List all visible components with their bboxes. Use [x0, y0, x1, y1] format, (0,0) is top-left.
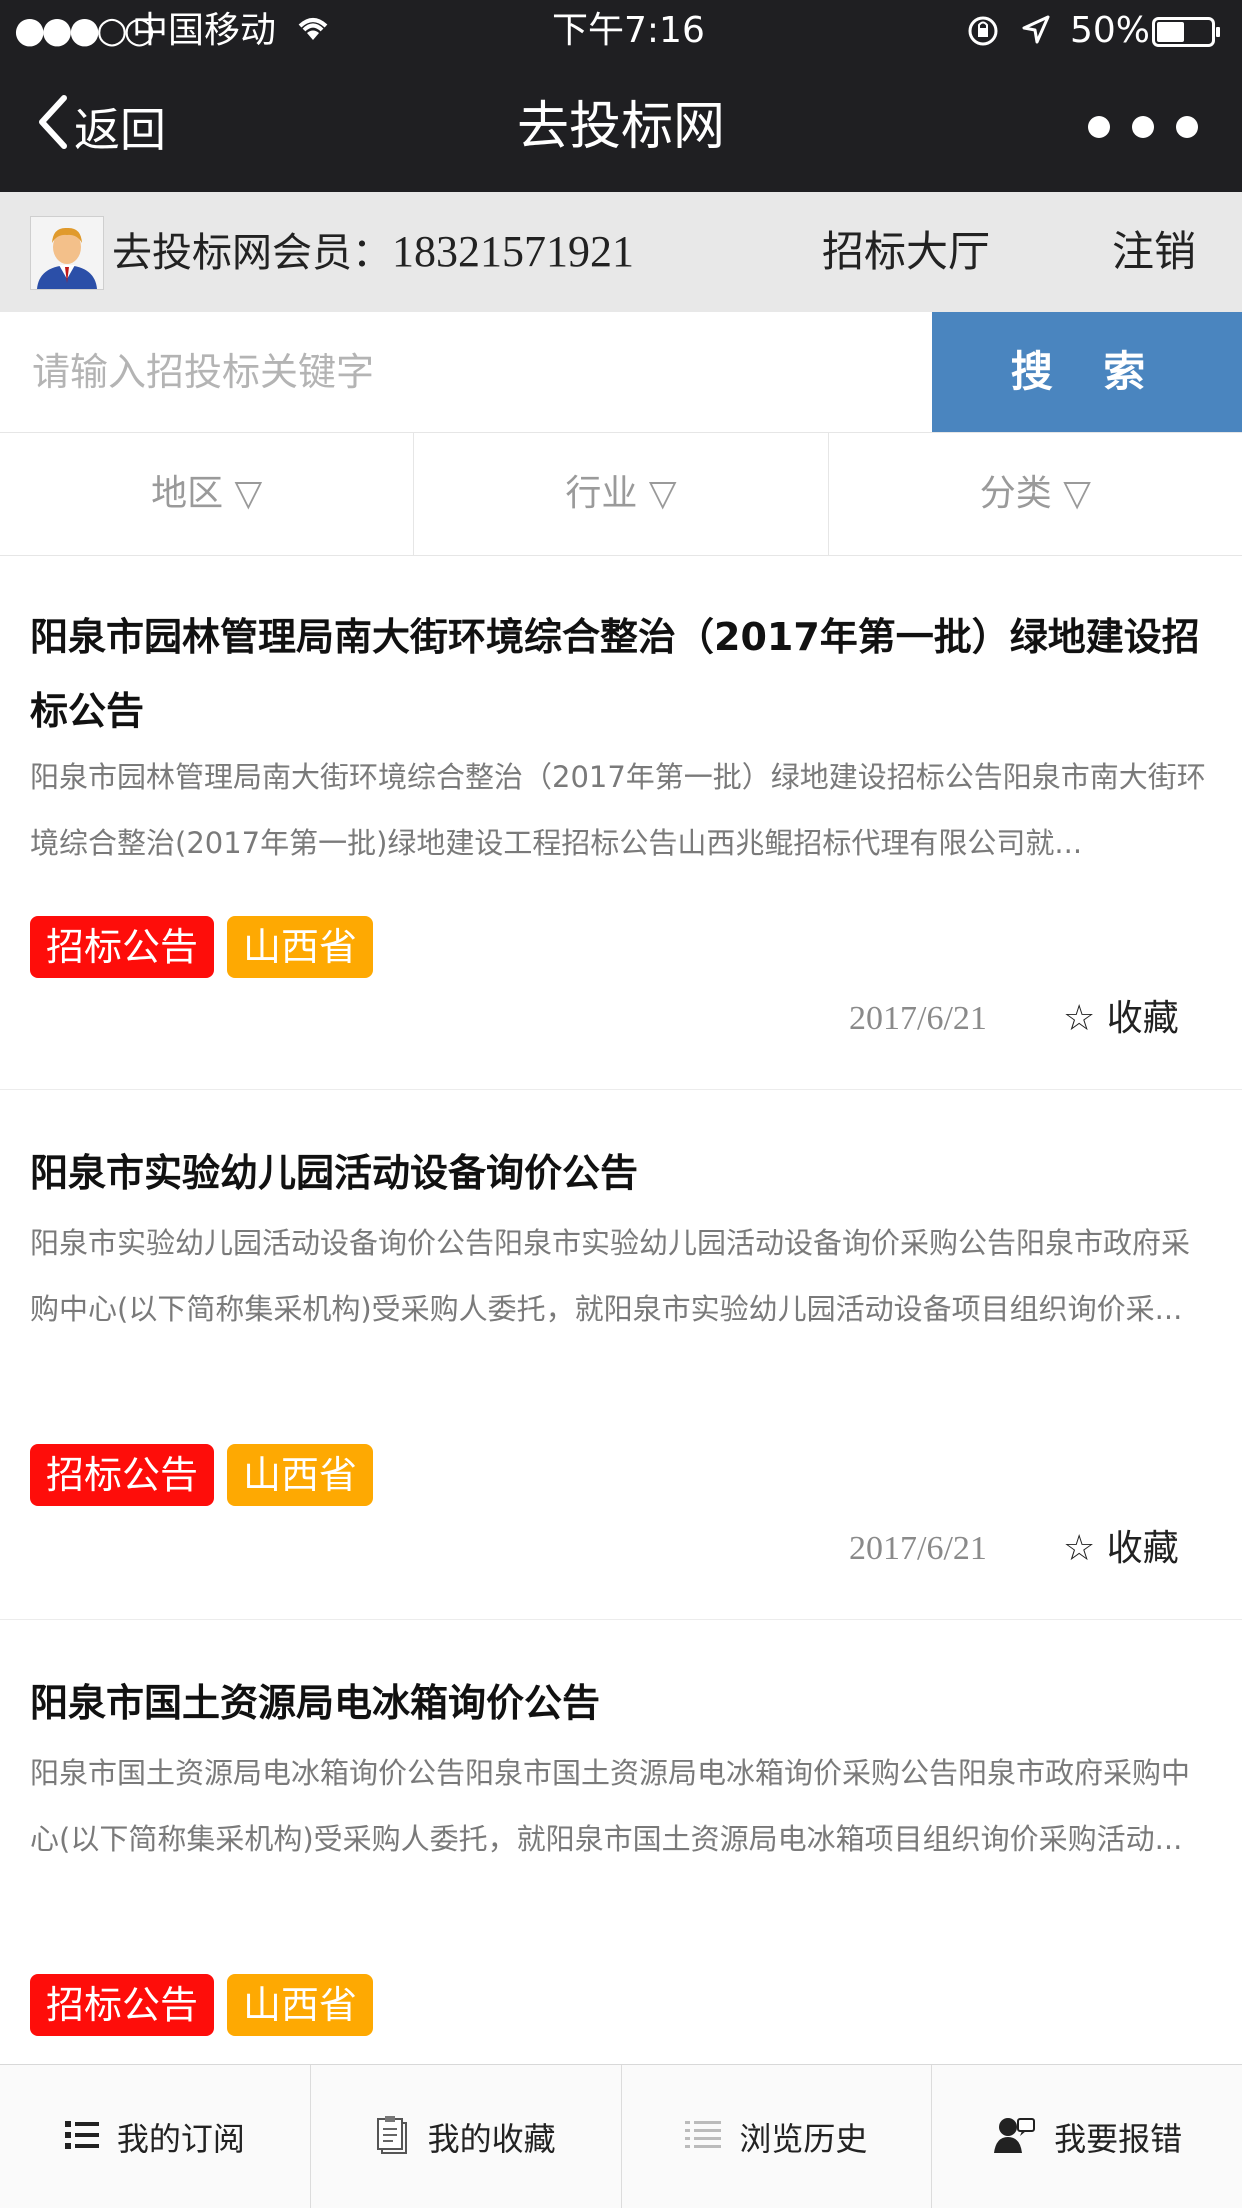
member-info: 去投标网会员：18321571921 [112, 220, 634, 285]
tag-region: 山西省 [227, 1444, 374, 1506]
more-dots-icon [1088, 116, 1110, 138]
list-item[interactable]: 阳泉市实验幼儿园活动设备询价公告 阳泉市实验幼儿园活动设备询价公告阳泉市实验幼儿… [0, 1090, 1242, 1620]
tab-label: 我的收藏 [427, 2119, 556, 2158]
tag-region: 山西省 [227, 916, 374, 978]
tab-browse-history[interactable]: 浏览历史 [622, 2065, 933, 2208]
tag-category: 招标公告 [30, 916, 215, 978]
clipboard-icon [376, 2115, 410, 2159]
item-description: 阳泉市园林管理局南大街环境综合整治（2017年第一批）绿地建设招标公告阳泉市南大… [30, 760, 1206, 860]
tab-report-error[interactable]: 我要报错 [932, 2065, 1242, 2208]
tab-my-favorites[interactable]: 我的收藏 [311, 2065, 622, 2208]
signal-strength-icon: ●●●○○ [14, 10, 155, 51]
item-date: 2017/6/21 [849, 1530, 987, 1567]
item-title[interactable]: 阳泉市园林管理局南大街环境综合整治（2017年第一批）绿地建设招标公告 [30, 600, 1210, 748]
tag-category: 招标公告 [30, 1444, 215, 1506]
history-list-icon [685, 2119, 722, 2155]
nav-bar: 返回 去投标网 [0, 62, 1242, 192]
member-label: 去投标网会员： [112, 230, 392, 276]
more-dots-icon [1132, 116, 1154, 138]
bottom-tab-bar: 我的订阅 我的收藏 浏览历史 我要报错 [0, 2064, 1242, 2208]
logout-link[interactable]: 注销 [1112, 220, 1196, 284]
status-bar: ●●●○○ 中国移动 下午7:16 50% [0, 0, 1242, 62]
report-user-icon [992, 2115, 1036, 2159]
member-bar: 去投标网会员：18321571921 招标大厅 注销 [0, 192, 1242, 312]
list-icon [64, 2120, 99, 2154]
member-phone: 18321571921 [392, 227, 634, 276]
page-title: 去投标网 [516, 97, 725, 157]
clock-time: 下午7:16 [552, 10, 705, 51]
location-arrow-icon [1020, 14, 1052, 50]
filter-category-dropdown[interactable]: 分类 ▽ [829, 433, 1242, 555]
favorite-button[interactable]: ☆ 收藏 [1063, 994, 1179, 1044]
tab-label: 浏览历史 [739, 2119, 868, 2158]
favorite-button[interactable]: ☆ 收藏 [1063, 1524, 1179, 1574]
orientation-lock-icon [966, 14, 1000, 52]
tab-label: 我要报错 [1054, 2119, 1183, 2158]
avatar [30, 216, 104, 290]
bidding-hall-link[interactable]: 招标大厅 [822, 220, 990, 284]
search-button[interactable]: 搜 索 [932, 312, 1242, 432]
list-item[interactable]: 阳泉市国土资源局电冰箱询价公告 阳泉市国土资源局电冰箱询价公告阳泉市国土资源局电… [0, 1620, 1242, 2064]
search-input[interactable] [0, 312, 932, 432]
filter-region-dropdown[interactable]: 地区 ▽ [0, 433, 415, 555]
item-date: 2017/6/21 [849, 1000, 987, 1037]
filter-industry-dropdown[interactable]: 行业 ▽ [414, 433, 829, 555]
tab-my-subscriptions[interactable]: 我的订阅 [0, 2065, 311, 2208]
battery-percent: 50% [1070, 10, 1151, 51]
tag-category: 招标公告 [30, 1974, 215, 2036]
battery-icon [1152, 17, 1222, 51]
tag-region: 山西省 [227, 1974, 374, 2036]
tab-label: 我的订阅 [116, 2119, 245, 2158]
filter-bar: 地区 ▽ 行业 ▽ 分类 ▽ [0, 432, 1242, 556]
item-title[interactable]: 阳泉市实验幼儿园活动设备询价公告 [30, 1136, 1210, 1210]
carrier-label: 中国移动 [132, 10, 277, 51]
list-item[interactable]: 阳泉市园林管理局南大街环境综合整治（2017年第一批）绿地建设招标公告 阳泉市园… [0, 556, 1242, 1090]
wifi-icon [296, 14, 330, 46]
item-description: 阳泉市国土资源局电冰箱询价公告阳泉市国土资源局电冰箱询价采购公告阳泉市政府采购中… [30, 1756, 1191, 1856]
item-title[interactable]: 阳泉市国土资源局电冰箱询价公告 [30, 1666, 1210, 1740]
more-dots-icon [1176, 116, 1198, 138]
item-description: 阳泉市实验幼儿园活动设备询价公告阳泉市实验幼儿园活动设备询价采购公告阳泉市政府采… [30, 1226, 1191, 1326]
more-button[interactable] [1088, 104, 1198, 150]
